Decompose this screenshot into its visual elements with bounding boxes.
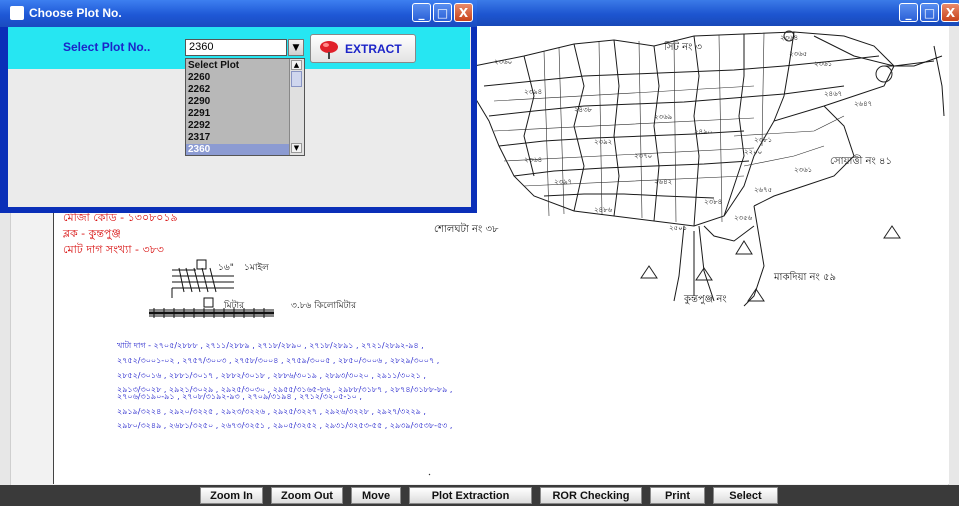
- scroll-thumb[interactable]: [291, 71, 302, 87]
- plot-option[interactable]: 2317: [186, 132, 292, 143]
- choose-plot-dialog: Choose Plot No. _ □ X Select Plot No.. 2…: [0, 0, 477, 213]
- map-plot-number: ২৩৯৭: [554, 178, 573, 186]
- map-plot-number: ২৩৯২: [594, 138, 613, 146]
- dialog-title: Choose Plot No.: [29, 6, 122, 20]
- extract-button[interactable]: EXTRACT: [310, 34, 416, 63]
- close-button[interactable]: X: [941, 3, 959, 22]
- scale-meter-label: মিটার: [224, 301, 245, 311]
- map-triangle-marker: [640, 265, 658, 279]
- plot-option[interactable]: 2290: [186, 96, 292, 107]
- chevron-down-icon[interactable]: ▼: [288, 39, 304, 56]
- total-plots-label: মোট দাগ সংখ্যা - ৩৮৩: [63, 243, 164, 256]
- dialog-titlebar[interactable]: Choose Plot No. _ □ X: [0, 0, 477, 27]
- pushpin-icon: [320, 40, 338, 59]
- map-plot-number: ২৩৯৪: [524, 88, 543, 96]
- ward-label-top: সিট নং ৩: [664, 42, 703, 53]
- scale-inch-label: ১৬": [218, 263, 234, 273]
- minimize-button[interactable]: _: [899, 3, 918, 22]
- extract-label: EXTRACT: [345, 41, 402, 56]
- ror-checking-button[interactable]: ROR Checking: [540, 487, 642, 504]
- plot-option[interactable]: Select Plot: [186, 60, 292, 71]
- dialog-body: Select Plot No.. 2360 ▼ EXTRACT Select P…: [8, 27, 471, 207]
- map-plot-number: ২৩৬৯: [654, 113, 673, 121]
- main-window-controls: _ □ X: [899, 3, 959, 22]
- select-button[interactable]: Select: [713, 487, 778, 504]
- zoom-in-button[interactable]: Zoom In: [200, 487, 263, 504]
- bottom-toolbar: Zoom In Zoom Out Move Plot Extraction RO…: [0, 485, 959, 506]
- map-plot-number: ২৩৮১: [754, 136, 773, 144]
- map-triangle-marker: [735, 240, 753, 255]
- map-road: [673, 45, 945, 307]
- plot-list-line: খাটা দাগ - ২৭০৫/২৮৮৮ , ২৭১১/২৮৮৯ , ২৭১৮/…: [117, 341, 424, 350]
- map-plot-number: ২৪৯০: [694, 128, 713, 136]
- select-plot-label: Select Plot No..: [63, 40, 151, 54]
- dialog-minimize-button[interactable]: _: [412, 3, 431, 22]
- map-plot-number: ২৩৬০: [494, 58, 513, 66]
- plot-option[interactable]: 2260: [186, 72, 292, 83]
- scale-km-label: ৩.৮৬ কিলোমিটার: [291, 301, 357, 311]
- plot-dropdown-list[interactable]: Select Plot 2260 2262 2290 2291 2292 231…: [185, 58, 305, 156]
- zoom-out-button[interactable]: Zoom Out: [271, 487, 343, 504]
- plot-list-overlap-line: ২৭০৬/৩১৯০-৯১ , ২৭০৮/৩১৯২-৯৩ , ২৭০৯/৩১৯৪ …: [117, 392, 362, 401]
- plot-option[interactable]: 2291: [186, 108, 292, 119]
- right-panel: [948, 26, 959, 486]
- map-plot-number: ২৪৮৬: [594, 206, 613, 214]
- kundapunj-label: কুন্তপুঞ্জ নং: [684, 294, 727, 305]
- map-plot-number: ২৪৬৭: [824, 90, 843, 98]
- map-plot-number: ২৩৬৪: [524, 156, 543, 164]
- ward-label-right: সোয়াত্তী নং ৪১: [830, 156, 892, 167]
- dialog-maximize-button[interactable]: □: [433, 3, 452, 22]
- markdia-label: মাকদিয়া নং ৫৯: [774, 272, 836, 283]
- plot-number-combobox[interactable]: 2360: [185, 39, 287, 56]
- scale-mile-label: ১মাইল: [244, 263, 269, 273]
- ward-label-bottom: শোলঘটা নং ৩৮: [434, 224, 499, 235]
- plot-list-line: ২৯১৯/৩২২৪ , ২৯২০/৩২২৫ , ২৯২৩/৩২২৬ , ২৯২৫…: [117, 407, 426, 416]
- map-plot-number: ২৬৪২: [654, 178, 673, 186]
- plot-list-line: ২৯৮০/৩২৪৯ , ২৬৮১/৩২৫০ , ২৬৭৩/৩২৫১ , ২৯০৫…: [117, 421, 453, 430]
- dialog-close-button[interactable]: X: [454, 3, 473, 22]
- map-dot: [428, 473, 431, 476]
- plot-option[interactable]: 2292: [186, 120, 292, 131]
- plot-list-line: ২৮৫২/৩০১৬ , ২৮৮১/৩০১৭ , ২৮৮২/৩০১৮ , ২৮৮৬…: [117, 371, 426, 380]
- move-button[interactable]: Move: [351, 487, 401, 504]
- map-plot-number: ২৩৮৪: [704, 198, 723, 206]
- maximize-button[interactable]: □: [920, 3, 939, 22]
- dialog-window-controls: _ □ X: [412, 3, 473, 22]
- plot-option-selected[interactable]: 2360: [186, 144, 292, 155]
- plot-extraction-button[interactable]: Plot Extraction: [409, 487, 532, 504]
- map-plot-number: ২৬৪৭: [854, 100, 873, 108]
- map-plot-number: ২৫০১: [669, 224, 688, 232]
- map-plot-number: ২৪৩৮: [574, 106, 593, 114]
- scroll-down-icon[interactable]: ▼: [291, 143, 302, 153]
- map-plot-number: ২৩৬৫: [789, 50, 808, 58]
- plot-list-line: ২৭৫২/৩০০১-০২ , ২৭৫৭/৩০০৩ , ২৭৫৮/৩০০৪ , ২…: [117, 356, 440, 365]
- java-app-icon: [10, 6, 24, 20]
- plot-option[interactable]: 2262: [186, 84, 292, 95]
- print-button[interactable]: Print: [650, 487, 705, 504]
- map-plot-number: ২৩৬১: [814, 60, 833, 68]
- map-triangle-marker: [883, 225, 901, 239]
- scale-bar-km: [149, 297, 274, 318]
- map-plot-number: ২৩৫৬: [734, 214, 753, 222]
- map-plot-number: ২৩৭০: [634, 152, 653, 160]
- map-plot-number: ২২০০: [744, 148, 763, 156]
- map-plot-number: ২৩৬৪: [780, 34, 799, 42]
- map-parcel-grid: [493, 32, 845, 223]
- list-scrollbar[interactable]: ▲ ▼: [289, 59, 304, 155]
- map-plot-number: ২৬৭৫: [754, 186, 773, 194]
- map-plot-number: ২৩৬১: [794, 166, 813, 174]
- scroll-up-icon[interactable]: ▲: [291, 60, 302, 70]
